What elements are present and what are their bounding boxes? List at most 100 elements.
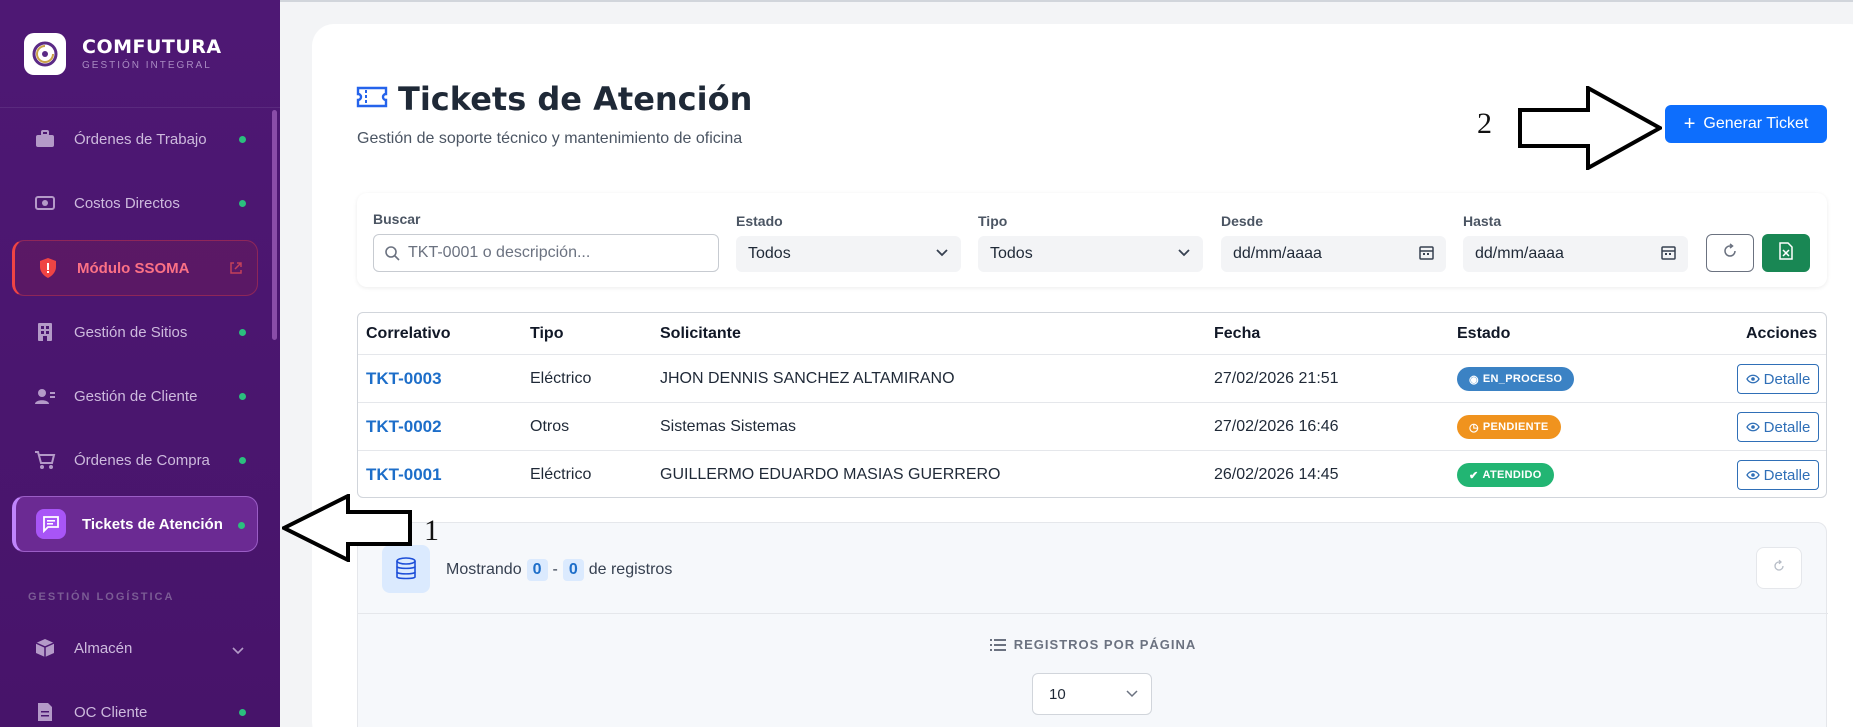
eye-icon xyxy=(1745,470,1760,480)
status-badge-label: EN_PROCESO xyxy=(1482,373,1563,385)
annotation-arrow-1 xyxy=(282,494,412,562)
ticket-id-link[interactable]: TKT-0001 xyxy=(366,451,442,497)
chevron-down-icon xyxy=(1125,686,1139,704)
column-header-fecha[interactable]: Fecha xyxy=(1214,313,1260,355)
sidebar-item-ordenes-trabajo[interactable]: Órdenes de Trabajo xyxy=(12,111,258,167)
sidebar: COMFUTURA GESTIÓN INTEGRAL Órdenes de Tr… xyxy=(0,0,280,727)
hasta-date-input[interactable]: dd/mm/aaaa xyxy=(1463,236,1688,272)
column-header-solicitante[interactable]: Solicitante xyxy=(660,313,741,355)
desde-value: dd/mm/aaaa xyxy=(1233,245,1322,262)
status-dot xyxy=(239,457,246,464)
annotation-number-1: 1 xyxy=(424,514,439,547)
refresh-button[interactable] xyxy=(1756,547,1802,589)
tipo-select[interactable]: Todos xyxy=(978,236,1203,272)
status-dot xyxy=(238,522,245,529)
annotation-arrow-2 xyxy=(1518,86,1662,170)
sidebar-item-tickets-atencion[interactable]: Tickets de Atención xyxy=(12,496,258,552)
detail-button-label: Detalle xyxy=(1763,370,1811,388)
ticket-solicitante: Sistemas Sistemas xyxy=(660,418,797,435)
generate-ticket-label: Generar Ticket xyxy=(1703,115,1809,132)
briefcase-icon xyxy=(32,126,58,152)
document-icon xyxy=(32,699,58,725)
calendar-icon[interactable] xyxy=(1661,245,1676,265)
table-row: TKT-0003 Eléctrico JHON DENNIS SANCHEZ A… xyxy=(358,354,1826,403)
clock-icon: ◷ xyxy=(1469,421,1479,434)
records-separator: - xyxy=(552,561,558,578)
reset-filters-button[interactable] xyxy=(1706,234,1754,272)
status-dot xyxy=(239,709,246,716)
generate-ticket-button[interactable]: + Generar Ticket xyxy=(1665,105,1827,143)
column-header-tipo[interactable]: Tipo xyxy=(530,313,563,355)
status-dot xyxy=(239,136,246,143)
filters-panel: Buscar TKT-0001 o descripción... Estado … xyxy=(357,193,1827,287)
column-header-estado[interactable]: Estado xyxy=(1457,313,1510,355)
excel-icon xyxy=(1779,241,1793,265)
sidebar-item-label: Almacén xyxy=(74,639,133,657)
ticket-id-link[interactable]: TKT-0003 xyxy=(366,355,442,403)
check-icon: ✔ xyxy=(1469,469,1479,482)
sidebar-item-label: Órdenes de Compra xyxy=(74,451,210,469)
section-label-logistica: GESTIÓN LOGÍSTICA xyxy=(28,591,175,603)
refresh-icon xyxy=(1772,559,1786,578)
status-badge: ✔ ATENDIDO xyxy=(1457,463,1554,487)
per-page-select[interactable]: 10 xyxy=(1032,673,1152,715)
showing-suffix: de registros xyxy=(588,561,673,578)
sidebar-item-costos-directos[interactable]: Costos Directos xyxy=(12,175,258,231)
cart-icon xyxy=(32,447,58,473)
brand-name: COMFUTURA xyxy=(82,36,222,58)
chevron-down-icon xyxy=(1177,245,1191,264)
eye-icon xyxy=(1745,374,1760,384)
ticket-fecha: 26/02/2026 14:45 xyxy=(1214,466,1339,483)
per-page-label: REGISTROS POR PÁGINA xyxy=(1013,637,1197,652)
showing-prefix: Mostrando xyxy=(446,561,522,578)
list-icon xyxy=(989,638,1006,651)
tipo-label: Tipo xyxy=(978,213,1008,229)
ticket-tipo: Otros xyxy=(530,418,570,435)
chevron-down-icon xyxy=(232,642,244,659)
sidebar-item-ordenes-compra[interactable]: Órdenes de Compra xyxy=(12,432,258,488)
export-excel-button[interactable] xyxy=(1762,234,1810,272)
tipo-value: Todos xyxy=(990,245,1033,262)
shield-icon xyxy=(35,255,61,281)
detail-button-label: Detalle xyxy=(1763,466,1811,484)
refresh-icon xyxy=(1722,242,1738,264)
sidebar-item-label: OC Cliente xyxy=(74,703,148,721)
ticket-solicitante: JHON DENNIS SANCHEZ ALTAMIRANO xyxy=(660,370,955,387)
desde-date-input[interactable]: dd/mm/aaaa xyxy=(1221,236,1446,272)
per-page-value: 10 xyxy=(1049,685,1066,703)
detail-button[interactable]: Detalle xyxy=(1737,364,1819,394)
column-header-acciones: Acciones xyxy=(1746,325,1818,342)
sidebar-item-gestion-sitios[interactable]: Gestión de Sitios xyxy=(12,304,258,360)
sidebar-item-modulo-ssoma[interactable]: Módulo SSOMA xyxy=(12,240,258,296)
sidebar-item-gestion-cliente[interactable]: Gestión de Cliente xyxy=(12,368,258,424)
column-header-correlativo[interactable]: Correlativo xyxy=(366,313,450,355)
ticket-icon xyxy=(356,86,388,113)
ticket-id-link[interactable]: TKT-0002 xyxy=(366,403,442,451)
annotation-number-2: 2 xyxy=(1477,107,1492,140)
status-badge: ◉ EN_PROCESO xyxy=(1457,367,1575,391)
records-to: 0 xyxy=(562,559,584,581)
external-link-icon xyxy=(229,261,243,279)
detail-button[interactable]: Detalle xyxy=(1737,412,1819,442)
hasta-label: Hasta xyxy=(1463,213,1502,229)
estado-value: Todos xyxy=(748,245,791,262)
plus-icon: + xyxy=(1683,113,1696,135)
divider xyxy=(358,613,1828,614)
sidebar-item-oc-cliente[interactable]: OC Cliente xyxy=(12,684,258,727)
search-input[interactable]: TKT-0001 o descripción... xyxy=(373,234,719,272)
sidebar-item-label: Gestión de Cliente xyxy=(74,387,198,405)
status-badge-label: PENDIENTE xyxy=(1482,421,1549,433)
ticket-solicitante: GUILLERMO EDUARDO MASIAS GUERRERO xyxy=(660,466,1001,483)
cash-icon xyxy=(32,190,58,216)
ticket-fecha: 27/02/2026 16:46 xyxy=(1214,418,1339,435)
brand[interactable]: COMFUTURA GESTIÓN INTEGRAL xyxy=(0,0,280,108)
logo-icon xyxy=(24,32,66,75)
sidebar-item-almacen[interactable]: Almacén xyxy=(12,620,258,676)
calendar-icon[interactable] xyxy=(1419,245,1434,265)
table-row: TKT-0001 Eléctrico GUILLERMO EDUARDO MAS… xyxy=(358,450,1826,497)
search-placeholder: TKT-0001 o descripción... xyxy=(408,244,591,261)
sidebar-scrollbar[interactable] xyxy=(272,110,277,340)
estado-select[interactable]: Todos xyxy=(736,236,961,272)
detail-button[interactable]: Detalle xyxy=(1737,460,1819,490)
ticket-tipo: Eléctrico xyxy=(530,370,592,387)
